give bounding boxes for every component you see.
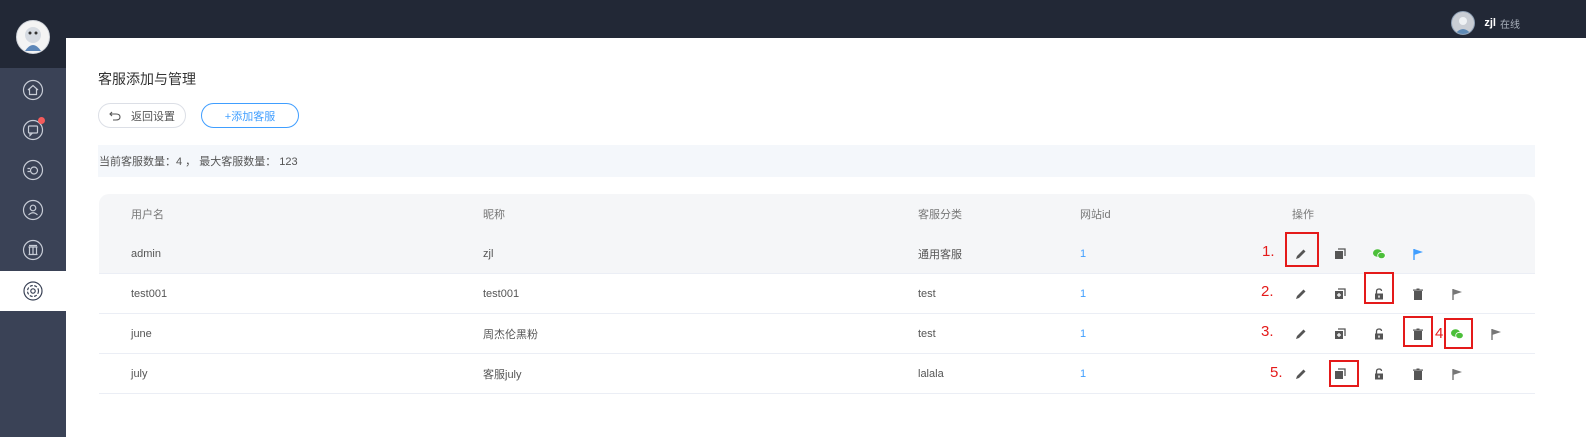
cell-category: test — [918, 327, 936, 340]
info-bar: 当前客服数量：4 ， 最大客服数量： 123 — [98, 145, 1535, 177]
copy-button[interactable] — [1328, 242, 1352, 266]
trash-icon — [1413, 288, 1423, 300]
add-copy-icon — [1335, 328, 1346, 339]
flag-icon — [1452, 289, 1462, 300]
flag-icon — [1413, 249, 1423, 260]
cell-nickname: zjl — [483, 247, 494, 260]
sidebar-item-settings[interactable] — [0, 271, 66, 311]
annotation-5: 5. — [1270, 364, 1283, 381]
cell-site-id: 1 — [1080, 287, 1087, 300]
edit-button[interactable] — [1289, 322, 1313, 346]
table-row: test001 test001 test 1 2. — [99, 272, 1535, 314]
cell-username: june — [131, 327, 152, 340]
highlight-copy-box — [1329, 360, 1359, 387]
wechat-button[interactable] — [1367, 242, 1391, 266]
building-icon — [22, 239, 44, 261]
flag-button[interactable] — [1406, 242, 1430, 266]
unlock-button[interactable] — [1367, 362, 1391, 386]
cell-username: test001 — [131, 287, 168, 300]
user-icon — [22, 199, 44, 221]
sidebar-item-home[interactable] — [0, 70, 66, 110]
table-row: admin zjl 通用客服 1 1. — [99, 232, 1535, 274]
user-name: zjl — [1484, 17, 1496, 29]
cell-nickname: test001 — [483, 287, 520, 300]
unlock-icon — [1375, 328, 1383, 340]
highlight-unlock-box — [1364, 272, 1394, 304]
sidebar-item-chat[interactable] — [0, 110, 66, 150]
cell-category: lalala — [918, 367, 944, 380]
service-table: 用户名 昵称 客服分类 网站id 操作 admin zjl 通用客服 1 1. … — [99, 194, 1535, 394]
table-header: 用户名 昵称 客服分类 网站id 操作 — [99, 194, 1535, 234]
sidebar-item-history[interactable] — [0, 150, 66, 190]
wechat-icon — [1373, 249, 1386, 260]
user-avatar — [1451, 11, 1476, 35]
annotation-2: 2. — [1261, 283, 1274, 300]
logo-area — [0, 0, 66, 68]
home-icon — [22, 79, 44, 101]
annotation-4: 4 — [1435, 325, 1444, 342]
logo-icon — [16, 20, 50, 54]
trash-icon — [1413, 368, 1423, 380]
sidebar-item-building[interactable] — [0, 230, 66, 270]
cell-site-id: 1 — [1080, 327, 1087, 340]
return-icon — [109, 111, 121, 121]
add-copy-button[interactable] — [1328, 322, 1352, 346]
add-copy-button[interactable] — [1328, 282, 1352, 306]
header-site-id: 网站id — [1080, 209, 1111, 221]
highlight-delete-box — [1403, 316, 1433, 347]
unlock-button[interactable] — [1367, 322, 1391, 346]
flag-button[interactable] — [1445, 362, 1469, 386]
cell-username: july — [131, 367, 148, 380]
user-menu[interactable]: zjl 在线 — [1451, 11, 1520, 35]
cell-category: 通用客服 — [918, 248, 962, 261]
pencil-icon — [1296, 369, 1306, 379]
copy-icon — [1335, 248, 1346, 259]
add-service-button[interactable]: +添加客服 — [201, 103, 299, 128]
flag-button[interactable] — [1445, 282, 1469, 306]
service-count-text: 当前客服数量：4 ， 最大客服数量： 123 — [99, 156, 298, 168]
back-to-settings-button[interactable]: 返回设置 — [98, 103, 186, 128]
table-row: june 周杰伦黑粉 test 1 3. 4 — [99, 314, 1535, 354]
annotation-1: 1. — [1262, 243, 1275, 260]
sidebar-item-user[interactable] — [0, 190, 66, 230]
highlight-wechat-box — [1444, 318, 1473, 349]
notification-badge — [38, 117, 45, 124]
page-title: 客服添加与管理 — [98, 71, 196, 87]
header-nickname: 昵称 — [483, 209, 505, 221]
settings-icon — [23, 281, 43, 301]
back-button-label: 返回设置 — [131, 110, 175, 123]
pencil-icon — [1296, 329, 1306, 339]
table-row: july 客服july lalala 1 5. — [99, 354, 1535, 394]
cell-site-id: 1 — [1080, 367, 1087, 380]
header-actions: 操作 — [1292, 209, 1314, 221]
flag-icon — [1491, 329, 1501, 340]
history-icon — [22, 159, 44, 181]
highlight-edit-box — [1285, 232, 1319, 267]
flag-icon — [1452, 369, 1462, 380]
edit-button[interactable] — [1289, 282, 1313, 306]
cell-category: test — [918, 287, 936, 300]
user-status: 在线 — [1500, 19, 1520, 31]
header-username: 用户名 — [131, 209, 164, 221]
cell-username: admin — [131, 247, 161, 260]
edit-button[interactable] — [1289, 362, 1313, 386]
add-copy-icon — [1335, 288, 1346, 299]
sidebar — [0, 0, 66, 437]
unlock-icon — [1375, 368, 1383, 380]
cell-nickname: 周杰伦黑粉 — [483, 328, 538, 341]
header-category: 客服分类 — [918, 209, 962, 221]
cell-nickname: 客服july — [483, 368, 522, 381]
flag-button[interactable] — [1484, 322, 1508, 346]
cell-site-id: 1 — [1080, 247, 1087, 260]
delete-button[interactable] — [1406, 282, 1430, 306]
delete-button[interactable] — [1406, 362, 1430, 386]
pencil-icon — [1296, 289, 1306, 299]
top-bar — [0, 0, 1586, 38]
annotation-3: 3. — [1261, 323, 1274, 340]
